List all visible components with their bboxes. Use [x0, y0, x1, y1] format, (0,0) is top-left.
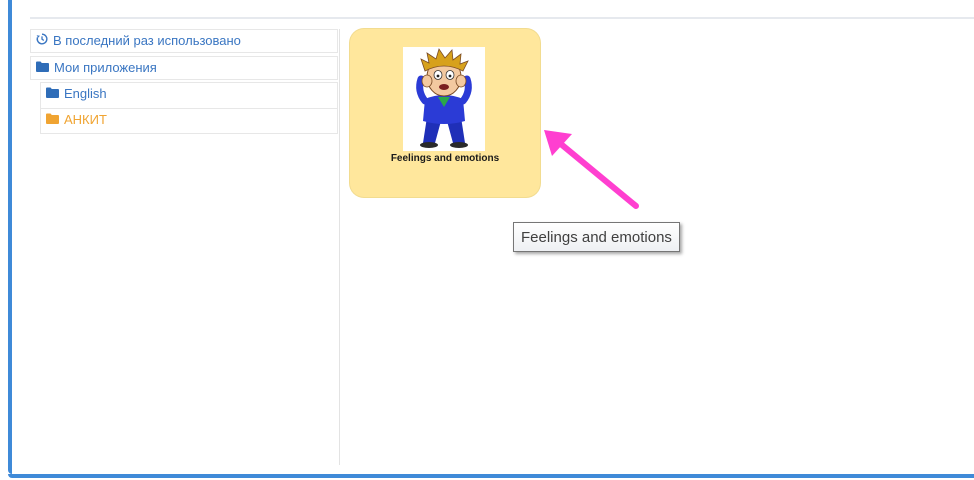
sidebar-item-label: АНКИТ — [64, 112, 107, 127]
category-sidebar: В последний раз использовано Мои приложе… — [30, 29, 340, 465]
app-frame: В последний раз использовано Мои приложе… — [0, 0, 974, 480]
sidebar-item-recently-used[interactable]: В последний раз использовано — [30, 29, 338, 53]
sidebar-item-label: English — [64, 86, 107, 101]
folder-icon — [46, 83, 59, 105]
window-bottom-border — [8, 474, 974, 478]
app-tooltip: Feelings and emotions — [513, 222, 680, 252]
folder-icon — [46, 109, 59, 131]
sidebar-item-my-apps[interactable]: Мои приложения — [30, 56, 338, 80]
annotation-arrow-icon — [544, 130, 639, 209]
app-tile-feelings-and-emotions[interactable]: Feelings and emotions — [350, 29, 540, 197]
sidebar-item-english[interactable]: English — [40, 82, 338, 108]
top-divider — [30, 17, 974, 19]
folder-icon — [36, 57, 49, 79]
history-icon — [36, 30, 48, 52]
sidebar-item-label: В последний раз использовано — [53, 33, 241, 48]
sidebar-item-ankit[interactable]: АНКИТ — [40, 108, 338, 134]
scared-boy-thumbnail — [403, 47, 485, 151]
window-left-border — [8, 0, 12, 474]
sidebar-item-label: Мои приложения — [54, 60, 157, 75]
app-tile-label: Feelings and emotions — [390, 153, 500, 164]
